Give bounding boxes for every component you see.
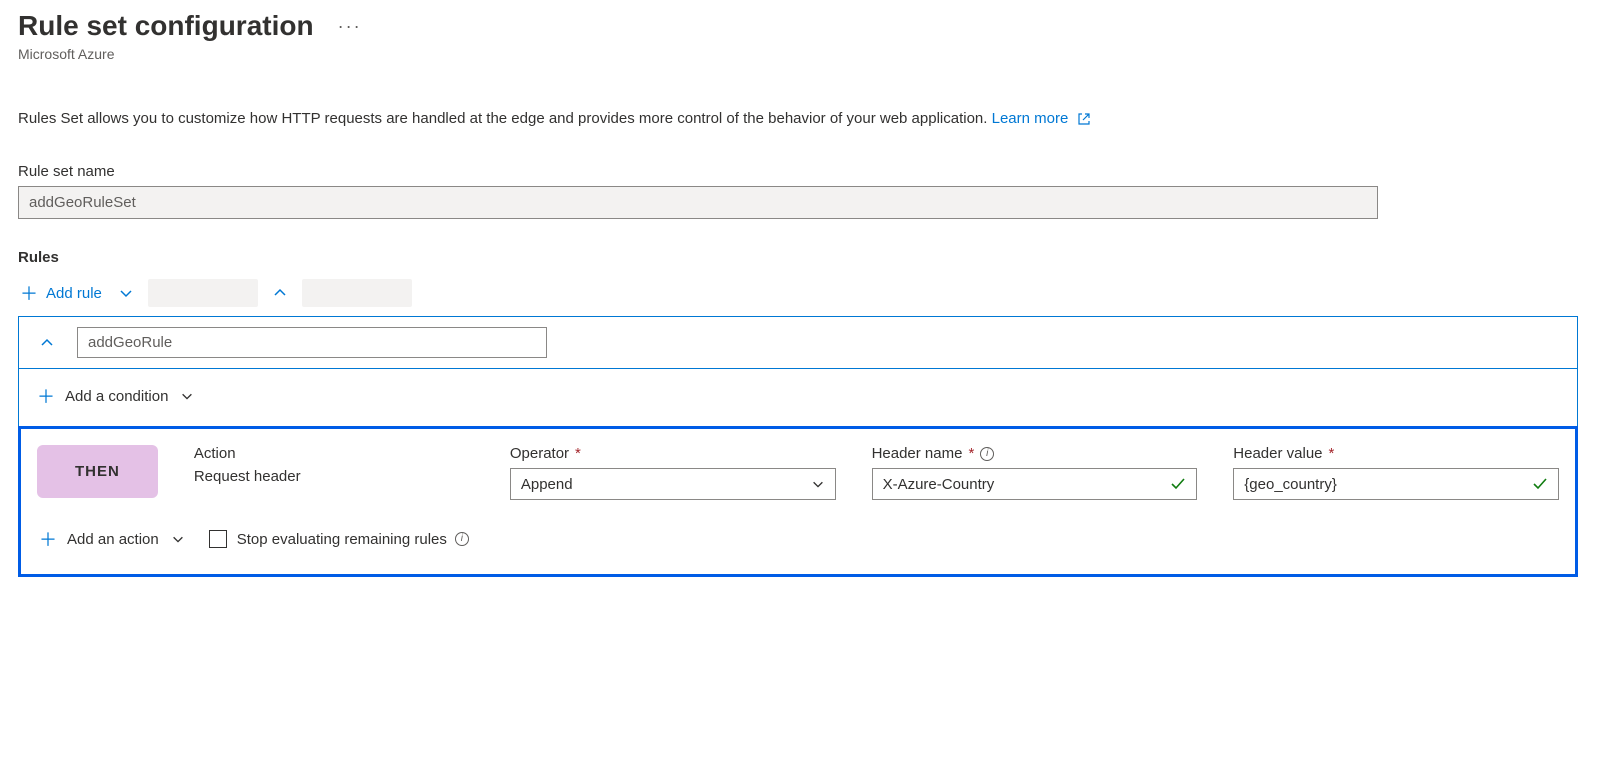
chevron-down-icon — [180, 389, 194, 403]
conditions-section: ＋ Add a condition — [19, 368, 1577, 427]
rules-heading: Rules — [18, 249, 1585, 266]
header-value-input[interactable]: {geo_country} — [1233, 468, 1559, 500]
move-down-button[interactable] — [110, 281, 142, 305]
rules-toolbar: ＋ Add rule — [18, 276, 1585, 310]
then-badge: THEN — [37, 445, 158, 498]
move-up-target[interactable] — [302, 279, 412, 307]
learn-more-label: Learn more — [992, 110, 1069, 127]
action-column: Action Request header — [194, 445, 474, 485]
checkmark-icon — [1170, 476, 1186, 492]
operator-column: Operator * Append — [510, 445, 836, 500]
external-link-icon — [1077, 112, 1091, 126]
rule-container: ＋ Add a condition THEN Action Request he… — [18, 316, 1578, 577]
info-icon[interactable]: i — [455, 532, 469, 546]
add-condition-label: Add a condition — [65, 388, 168, 405]
action-row: THEN Action Request header Operator * Ap… — [37, 445, 1559, 500]
header-name-value: X-Azure-Country — [883, 476, 995, 493]
header-name-input[interactable]: X-Azure-Country — [872, 468, 1198, 500]
stop-evaluating-text: Stop evaluating remaining rules — [237, 531, 447, 548]
required-star: * — [1329, 445, 1335, 462]
plus-icon: ＋ — [20, 280, 38, 306]
add-action-label: Add an action — [67, 531, 159, 548]
ruleset-name-input[interactable] — [18, 186, 1378, 219]
move-down-target[interactable] — [148, 279, 258, 307]
chevron-down-icon — [171, 532, 185, 546]
rule-header — [19, 317, 1577, 368]
plus-icon: ＋ — [37, 383, 55, 409]
more-actions-button[interactable]: ··· — [332, 16, 368, 37]
header-name-column: Header name * i X-Azure-Country — [872, 445, 1198, 500]
page-subtitle: Microsoft Azure — [18, 46, 1585, 62]
ruleset-name-label: Rule set name — [18, 163, 1585, 180]
header-value-column: Header value * {geo_country} — [1233, 445, 1559, 500]
plus-icon: ＋ — [39, 526, 57, 552]
stop-evaluating-checkbox[interactable] — [209, 530, 227, 548]
info-icon[interactable]: i — [980, 447, 994, 461]
add-action-button[interactable]: ＋ Add an action — [37, 522, 187, 556]
operator-value: Append — [521, 476, 573, 493]
rule-name-input[interactable] — [77, 327, 547, 358]
header-name-label-text: Header name — [872, 445, 963, 462]
stop-evaluating-label: Stop evaluating remaining rules i — [237, 531, 469, 548]
chevron-up-icon — [39, 335, 55, 351]
add-rule-button[interactable]: ＋ Add rule — [18, 276, 104, 310]
header-value-label: Header value * — [1233, 445, 1559, 462]
action-label: Action — [194, 445, 474, 462]
action-footer: ＋ Add an action Stop evaluating remainin… — [37, 522, 1559, 556]
header-name-label: Header name * i — [872, 445, 1198, 462]
required-star: * — [575, 445, 581, 462]
intro-body: Rules Set allows you to customize how HT… — [18, 110, 992, 127]
collapse-rule-button[interactable] — [31, 331, 63, 355]
operator-select[interactable]: Append — [510, 468, 836, 500]
checkmark-icon — [1532, 476, 1548, 492]
chevron-down-icon — [811, 477, 825, 491]
add-condition-button[interactable]: ＋ Add a condition — [35, 379, 196, 413]
action-value: Request header — [194, 468, 474, 485]
move-up-button[interactable] — [264, 281, 296, 305]
required-star: * — [968, 445, 974, 462]
operator-label-text: Operator — [510, 445, 569, 462]
header-value-label-text: Header value — [1233, 445, 1322, 462]
intro-text: Rules Set allows you to customize how HT… — [18, 110, 1585, 127]
chevron-down-icon — [118, 285, 134, 301]
page-title: Rule set configuration — [18, 10, 314, 42]
actions-section: THEN Action Request header Operator * Ap… — [18, 426, 1578, 577]
chevron-up-icon — [272, 285, 288, 301]
operator-label: Operator * — [510, 445, 836, 462]
learn-more-link[interactable]: Learn more — [992, 110, 1091, 127]
header-value-value: {geo_country} — [1244, 476, 1337, 493]
add-rule-label: Add rule — [46, 285, 102, 302]
